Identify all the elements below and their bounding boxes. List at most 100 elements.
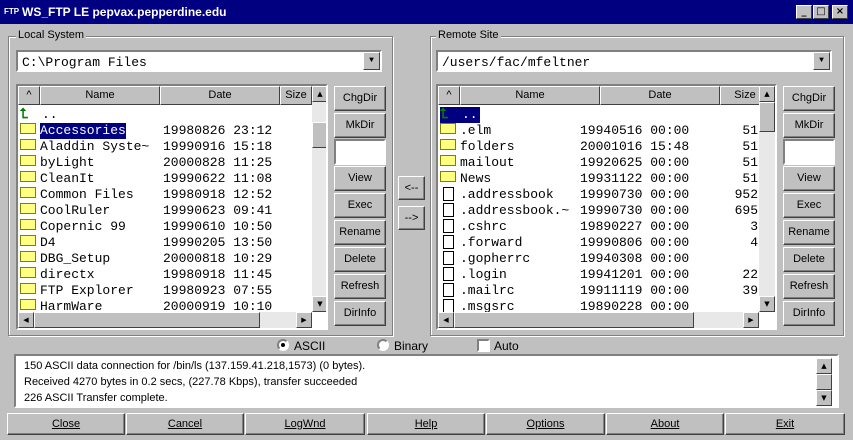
binary-radio[interactable]: [377, 339, 389, 351]
scroll-left-icon[interactable]: ◀: [438, 312, 454, 328]
scroll-thumb[interactable]: [34, 312, 260, 328]
upload-button[interactable]: -->: [398, 206, 425, 230]
scroll-down-icon[interactable]: ▼: [312, 296, 326, 312]
local-file-row[interactable]: Common Files 19980918 12:52: [20, 187, 310, 203]
local-file-row[interactable]: Accessories 19980826 23:12: [20, 123, 310, 139]
scroll-thumb[interactable]: [454, 312, 694, 328]
local-mkdir-button[interactable]: MkDir: [334, 113, 386, 138]
remote-path-combo[interactable]: /users/fac/mfeltner ▼: [436, 50, 832, 72]
local-mkdir-input[interactable]: [334, 139, 386, 165]
about-button[interactable]: About: [606, 413, 724, 435]
exit-button[interactable]: Exit: [725, 413, 845, 435]
remote-col-name[interactable]: Name: [460, 86, 600, 105]
local-file-row[interactable]: DBG_Setup 20000818 10:29: [20, 251, 310, 267]
scroll-thumb[interactable]: [816, 374, 832, 390]
remote-file-row[interactable]: mailout 19920625 00:00 51: [440, 155, 758, 171]
remote-sort-button[interactable]: ^: [438, 86, 460, 105]
local-file-row[interactable]: D4 19990205 13:50: [20, 235, 310, 251]
remote-exec-button[interactable]: Exec: [783, 193, 835, 218]
remote-delete-button[interactable]: Delete: [783, 247, 835, 272]
remote-horizontal-scrollbar[interactable]: ◀ ▶: [438, 312, 759, 328]
remote-chgdir-button[interactable]: ChgDir: [783, 86, 835, 111]
options-button[interactable]: Options: [486, 413, 605, 435]
scroll-thumb[interactable]: [759, 102, 775, 132]
remote-file-row[interactable]: folders 20001016 15:48 51: [440, 139, 758, 155]
remote-file-list[interactable]: ^ Name Date Size ⮤.. .elm 19940516 00:00 51…: [436, 84, 777, 330]
file-size: 51: [742, 155, 758, 170]
local-vertical-scrollbar[interactable]: ▲ ▼: [312, 86, 326, 312]
remote-refresh-button[interactable]: Refresh: [783, 274, 835, 299]
remote-view-button[interactable]: View: [783, 166, 835, 191]
local-file-row[interactable]: Aladdin Syste~ 19990916 15:18: [20, 139, 310, 155]
file-icon: [443, 187, 454, 201]
log-scrollbar[interactable]: ▲ ▼: [816, 358, 832, 406]
local-chgdir-button[interactable]: ChgDir: [334, 86, 386, 111]
local-file-row[interactable]: byLight 20000828 11:25: [20, 155, 310, 171]
local-path-combo[interactable]: C:\Program Files ▼: [16, 50, 382, 72]
local-parent-dir-row[interactable]: ⮤..: [20, 107, 310, 123]
remote-file-row[interactable]: .addressbook.~ 19990730 00:00 695: [440, 203, 758, 219]
scroll-right-icon[interactable]: ▶: [296, 312, 312, 328]
local-refresh-button[interactable]: Refresh: [334, 274, 386, 299]
local-exec-button[interactable]: Exec: [334, 193, 386, 218]
scroll-left-icon[interactable]: ◀: [18, 312, 34, 328]
remote-file-row[interactable]: .forward 19990806 00:00 4: [440, 235, 758, 251]
remote-col-date[interactable]: Date: [600, 86, 720, 105]
log-line: 226 ASCII Transfer complete.: [24, 392, 168, 404]
help-button[interactable]: Help: [367, 413, 485, 435]
scroll-up-icon[interactable]: ▲: [816, 358, 832, 374]
logwnd-button[interactable]: LogWnd: [245, 413, 365, 435]
local-horizontal-scrollbar[interactable]: ◀ ▶: [18, 312, 312, 328]
maximize-button[interactable]: □: [813, 5, 829, 19]
remote-file-row[interactable]: .mailrc 19911119 00:00 39: [440, 283, 758, 299]
remote-dirinfo-button[interactable]: DirInfo: [783, 301, 835, 326]
scroll-down-icon[interactable]: ▼: [759, 296, 775, 312]
file-date: 19990730 00:00: [580, 187, 690, 202]
local-file-row[interactable]: Copernic 99 19990610 10:50: [20, 219, 310, 235]
remote-vertical-scrollbar[interactable]: ▲ ▼: [759, 86, 775, 312]
local-view-button[interactable]: View: [334, 166, 386, 191]
local-col-date[interactable]: Date: [160, 86, 280, 105]
message-log[interactable]: 150 ASCII data connection for /bin/ls (1…: [14, 354, 839, 408]
remote-file-row[interactable]: .addressbook 19990730 00:00 952: [440, 187, 758, 203]
minimize-button[interactable]: _: [796, 5, 812, 19]
local-col-size[interactable]: Size: [280, 86, 312, 105]
local-file-list[interactable]: ^ Name Date Size ⮤.. Accessories 19980826 …: [16, 84, 328, 330]
scroll-right-icon[interactable]: ▶: [743, 312, 759, 328]
chevron-down-icon[interactable]: ▼: [813, 52, 830, 70]
local-file-row[interactable]: FTP Explorer 19980923 07:55: [20, 283, 310, 299]
file-date: 19990610 10:50: [163, 219, 273, 234]
file-size: 51: [742, 139, 758, 154]
remote-parent-dir-row[interactable]: ⮤..: [440, 107, 480, 123]
parent-dir-name: ..: [42, 107, 58, 122]
file-name: Copernic 99: [40, 219, 126, 234]
scroll-down-icon[interactable]: ▼: [816, 390, 832, 406]
remote-mkdir-input[interactable]: [783, 139, 835, 165]
remote-file-row[interactable]: .cshrc 19890227 00:00 3: [440, 219, 758, 235]
close-button[interactable]: Close: [7, 413, 125, 435]
remote-file-row[interactable]: .login 19941201 00:00 22: [440, 267, 758, 283]
scroll-up-icon[interactable]: ▲: [759, 86, 775, 102]
scroll-up-icon[interactable]: ▲: [312, 86, 326, 102]
chevron-down-icon[interactable]: ▼: [363, 52, 380, 70]
local-file-row[interactable]: CoolRuler 19990623 09:41: [20, 203, 310, 219]
close-window-button[interactable]: ×: [832, 5, 848, 19]
local-sort-button[interactable]: ^: [18, 86, 40, 105]
remote-mkdir-button[interactable]: MkDir: [783, 113, 835, 138]
remote-file-row[interactable]: .elm 19940516 00:00 51: [440, 123, 758, 139]
remote-file-row[interactable]: .gopherrc 19940308 00:00: [440, 251, 757, 267]
cancel-button[interactable]: Cancel: [126, 413, 244, 435]
local-rename-button[interactable]: Rename: [334, 220, 386, 245]
title-bar[interactable]: FTP WS_FTP LE pepvax.pepperdine.edu _ □ …: [0, 0, 853, 24]
download-button[interactable]: <--: [398, 176, 425, 200]
scroll-thumb[interactable]: [312, 122, 326, 148]
local-col-name[interactable]: Name: [40, 86, 160, 105]
remote-file-row[interactable]: News 19931122 00:00 51: [440, 171, 758, 187]
local-dirinfo-button[interactable]: DirInfo: [334, 301, 386, 326]
local-delete-button[interactable]: Delete: [334, 247, 386, 272]
remote-rename-button[interactable]: Rename: [783, 220, 835, 245]
ascii-radio[interactable]: [277, 339, 289, 351]
local-file-row[interactable]: CleanIt 19990622 11:08: [20, 171, 310, 187]
local-file-row[interactable]: directx 19980918 11:45: [20, 267, 310, 283]
auto-checkbox[interactable]: [477, 339, 490, 352]
